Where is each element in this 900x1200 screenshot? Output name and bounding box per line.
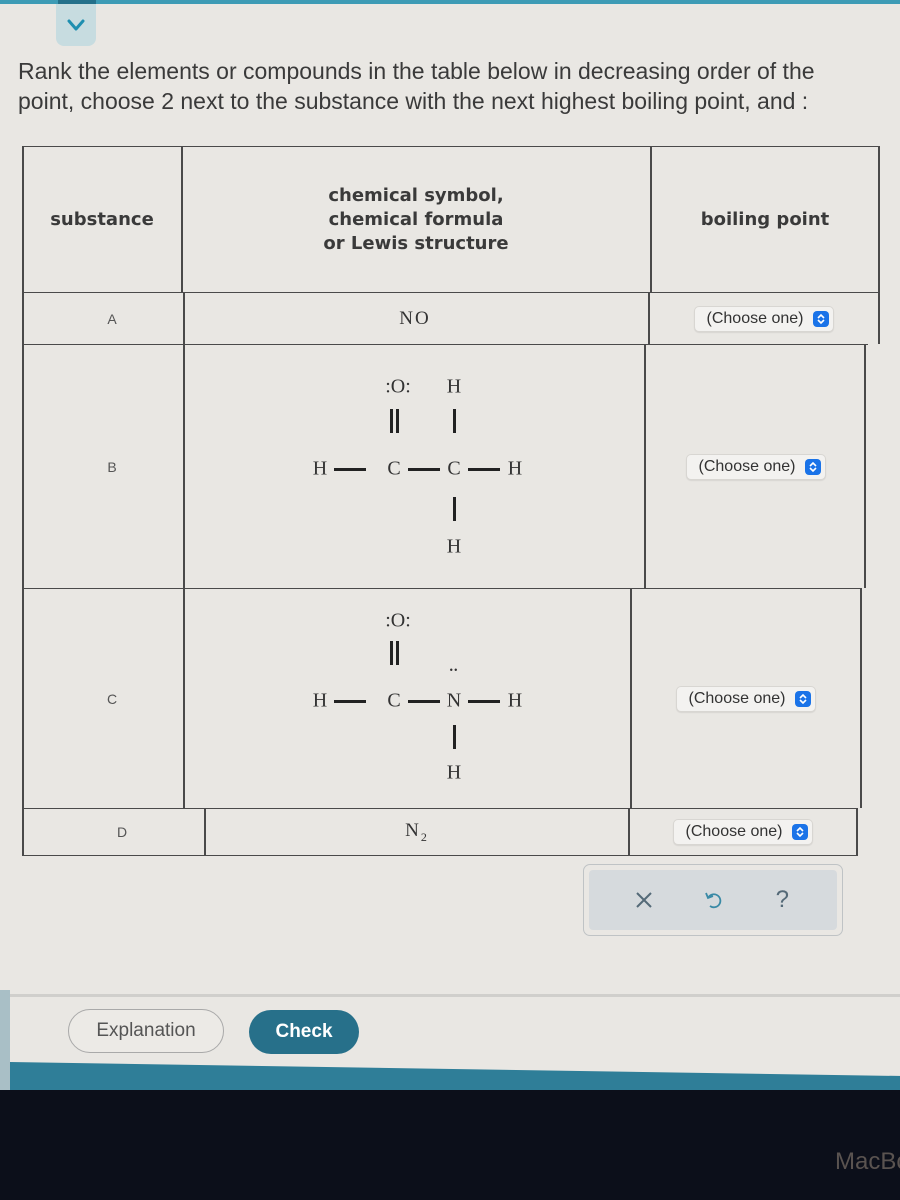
- select-value: (Choose one): [706, 309, 804, 327]
- formula-subscript: 2: [420, 829, 427, 844]
- section-divider: [10, 994, 900, 997]
- substance-label: A: [107, 310, 117, 327]
- top-accent-bar: [0, 0, 900, 4]
- prompt-line-1: Rank the elements or compounds in the ta…: [18, 58, 815, 84]
- formula-main: N: [405, 819, 421, 841]
- collapse-toggle[interactable]: [56, 4, 96, 46]
- lewis-atom-n: N: [446, 689, 462, 712]
- lewis-atom-o: :O:: [385, 609, 411, 632]
- left-edge-strip: [0, 990, 10, 1100]
- lewis-atom-h: H: [446, 375, 462, 398]
- table-row: C :O: H C •• N H H (Choose one): [22, 588, 862, 808]
- close-icon[interactable]: [632, 888, 656, 912]
- header-boiling-point: boiling point: [700, 208, 830, 230]
- table-row: D N2 (Choose one): [22, 808, 858, 856]
- substance-label: D: [116, 824, 128, 840]
- table-row: A NO (Choose one): [22, 292, 880, 344]
- formula-text: N2: [405, 820, 427, 845]
- lewis-atom-h: H: [312, 689, 328, 712]
- chevron-down-icon: [67, 16, 85, 35]
- select-value: (Choose one): [685, 823, 783, 840]
- lewis-structure-formamide: :O: H C •• N H H: [22, 589, 632, 809]
- lewis-atom-o: :O:: [385, 375, 411, 398]
- select-arrows-icon: [813, 310, 830, 327]
- table-header-row: substance chemical symbol, chemical form…: [22, 146, 880, 292]
- select-value: (Choose one): [688, 689, 786, 707]
- lewis-atom-c: C: [387, 457, 401, 480]
- lewis-atom-c: C: [387, 689, 401, 712]
- boiling-point-select[interactable]: (Choose one): [675, 685, 817, 712]
- undo-icon[interactable]: [701, 888, 725, 912]
- header-substance: substance: [50, 208, 154, 230]
- answer-toolbar: ?: [583, 864, 843, 936]
- header-formula-line1: chemical symbol,: [328, 184, 504, 206]
- check-button[interactable]: Check: [249, 1010, 359, 1054]
- formula-text: NO: [399, 307, 431, 329]
- select-arrows-icon: [795, 690, 812, 707]
- lewis-lone-pair: ••: [449, 665, 459, 677]
- help-glyph: ?: [775, 886, 789, 913]
- boiling-point-select[interactable]: (Choose one): [693, 305, 835, 332]
- question-prompt: Rank the elements or compounds in the ta…: [18, 56, 900, 116]
- laptop-bezel: [0, 1090, 900, 1200]
- lewis-atom-h: H: [446, 761, 462, 784]
- boiling-point-select[interactable]: (Choose one): [685, 453, 827, 480]
- lewis-atom-h: H: [507, 457, 523, 480]
- select-value: (Choose one): [698, 457, 796, 475]
- device-brand-label: MacBo: [835, 1148, 900, 1175]
- select-arrows-icon: [805, 458, 822, 475]
- help-icon[interactable]: ?: [770, 886, 794, 913]
- header-formula-line3: or Lewis structure: [323, 232, 509, 254]
- lewis-structure-acetaldehyde: :O: H H C C H H: [22, 345, 642, 589]
- lewis-atom-h: H: [507, 689, 523, 712]
- select-arrows-icon: [792, 824, 809, 840]
- table-row: B :O: H H C C H H (Choose one): [22, 344, 868, 588]
- lewis-atom-h: H: [446, 535, 462, 558]
- prompt-line-2: point, choose 2 next to the substance wi…: [18, 88, 809, 114]
- boiling-point-select[interactable]: (Choose one): [672, 819, 814, 845]
- lewis-atom-c: C: [447, 457, 461, 480]
- header-formula-line2: chemical formula: [328, 208, 504, 230]
- lewis-atom-h: H: [312, 457, 328, 480]
- explanation-button[interactable]: Explanation: [68, 1009, 224, 1053]
